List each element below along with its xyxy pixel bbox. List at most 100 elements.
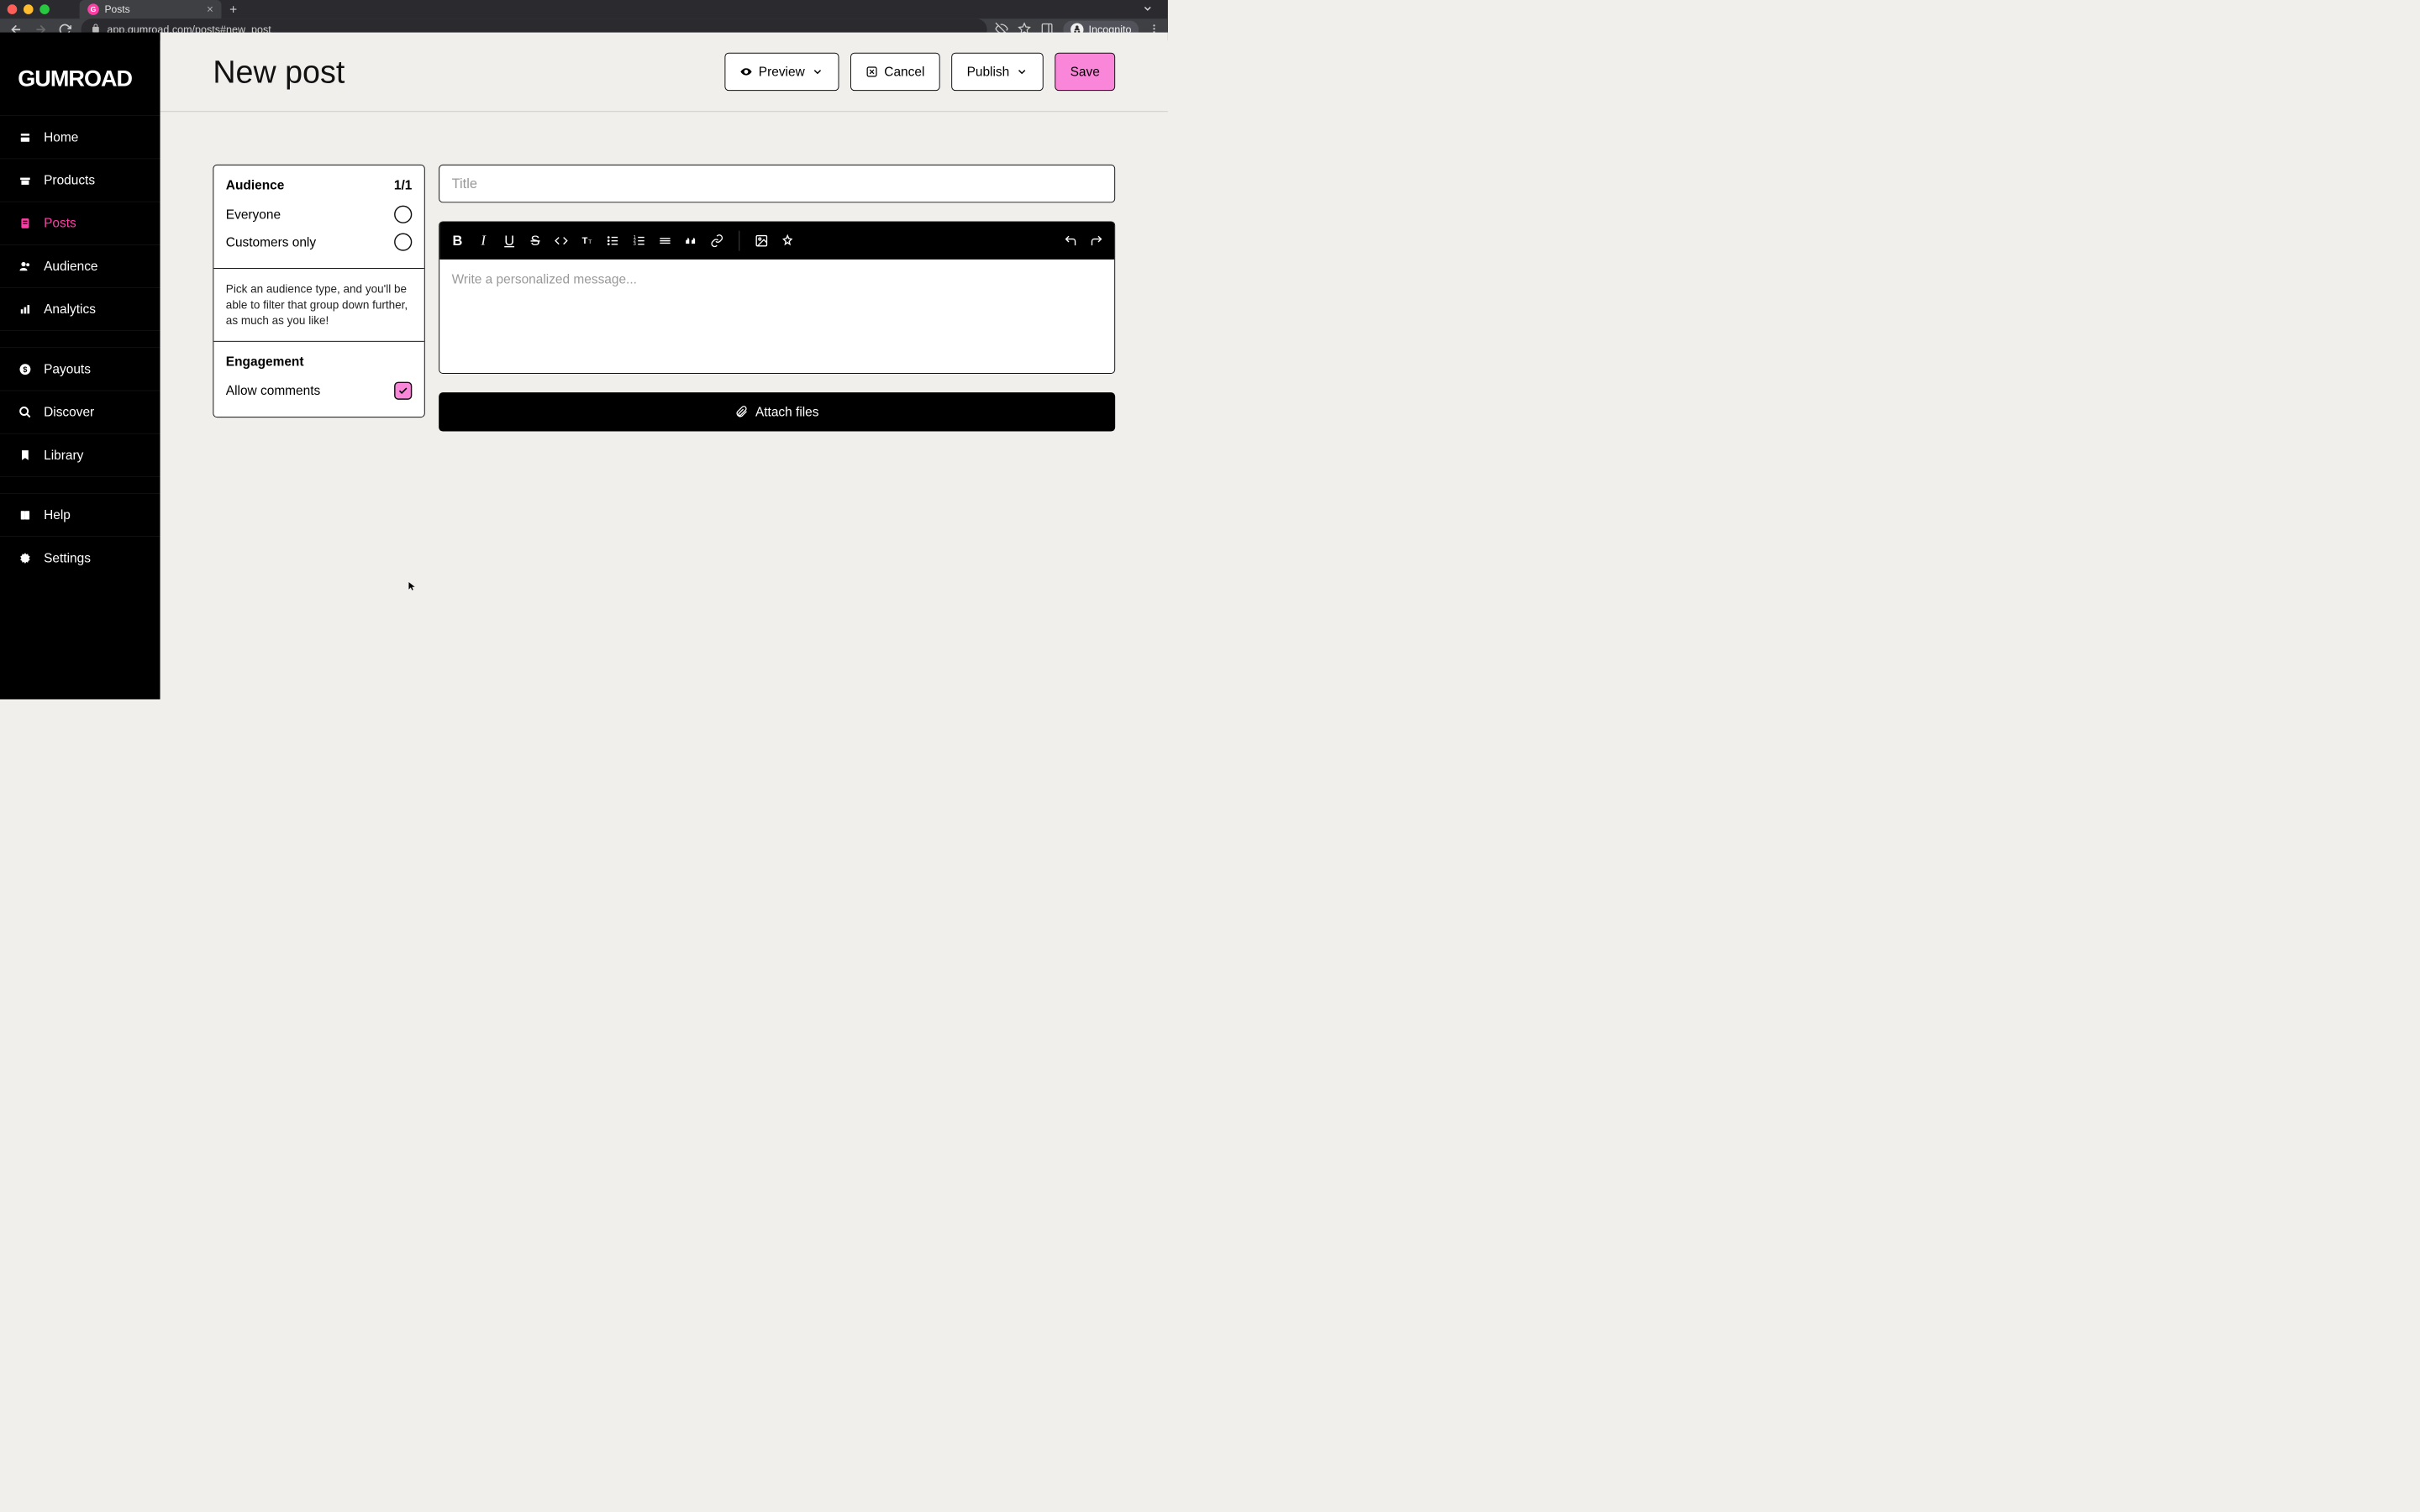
sidebar-item-label: Products (44, 173, 95, 188)
book-icon (18, 508, 32, 521)
page-header: New post Preview Cancel Publish Save (160, 33, 1168, 113)
attach-label: Attach files (755, 404, 819, 419)
nav: Home Products Posts Audience Analytics $ (0, 116, 160, 580)
gear-icon (18, 552, 32, 564)
audience-helper-text: Pick an audience type, and you'll be abl… (226, 281, 413, 328)
sidebar-item-posts[interactable]: Posts (0, 202, 160, 244)
quote-button[interactable] (683, 233, 699, 249)
dollar-icon: $ (18, 363, 32, 375)
page-title: New post (213, 53, 345, 90)
audience-panel: Audience 1/1 Everyone Customers only Pic… (213, 165, 424, 417)
svg-text:T: T (588, 239, 592, 245)
link-button[interactable] (709, 233, 725, 249)
publish-label: Publish (967, 64, 1010, 79)
sidebar-item-label: Help (44, 507, 71, 522)
title-input[interactable]: Title (439, 165, 1115, 202)
sidebar-item-label: Audience (44, 259, 97, 274)
allow-comments-label: Allow comments (226, 383, 320, 398)
close-tab-button[interactable]: × (207, 3, 213, 15)
attach-files-button[interactable]: Attach files (439, 392, 1115, 431)
cancel-label: Cancel (884, 64, 924, 79)
main-content: New post Preview Cancel Publish Save (160, 33, 1168, 700)
strike-button[interactable]: S (527, 233, 543, 249)
svg-text:3: 3 (634, 242, 636, 247)
sidebar-item-settings[interactable]: Settings (0, 536, 160, 579)
sidebar-item-audience[interactable]: Audience (0, 244, 160, 287)
editor-body[interactable]: Write a personalized message... (439, 260, 1114, 373)
image-button[interactable] (754, 233, 770, 249)
x-square-icon (865, 66, 877, 77)
maximize-window-button[interactable] (39, 4, 50, 14)
sidebar: GUMROAD Home Products Posts Audience Ana… (0, 33, 160, 700)
allow-comments-checkbox[interactable] (394, 381, 412, 399)
sidebar-item-payouts[interactable]: $ Payouts (0, 348, 160, 391)
sidebar-item-library[interactable]: Library (0, 433, 160, 476)
tab-title: Posts (105, 3, 130, 15)
browser-tab[interactable]: G Posts × (80, 0, 222, 18)
title-placeholder: Title (452, 176, 477, 192)
audience-title: Audience (226, 177, 285, 192)
tag-icon (18, 174, 32, 186)
eye-icon (740, 66, 752, 77)
bookmark-icon (18, 449, 32, 461)
embed-button[interactable] (780, 233, 796, 249)
preview-button[interactable]: Preview (724, 53, 839, 91)
save-button[interactable]: Save (1055, 53, 1115, 91)
body-placeholder: Write a personalized message... (452, 271, 637, 286)
editor-toolbar: B I U S TT 123 (439, 222, 1114, 259)
audience-count: 1/1 (394, 177, 412, 192)
redo-button[interactable] (1088, 233, 1104, 249)
close-window-button[interactable] (8, 4, 18, 14)
sidebar-item-label: Home (44, 129, 78, 144)
sidebar-item-discover[interactable]: Discover (0, 391, 160, 433)
chart-icon (18, 302, 32, 315)
tabs-menu-button[interactable] (1142, 3, 1154, 16)
italic-button[interactable]: I (476, 233, 492, 249)
editor: B I U S TT 123 (439, 221, 1115, 373)
save-label: Save (1071, 64, 1100, 79)
sidebar-item-label: Library (44, 448, 83, 463)
svg-text:T: T (582, 236, 588, 246)
paperclip-icon (735, 406, 748, 418)
titlebar: G Posts × + (0, 0, 1168, 18)
svg-text:$: $ (23, 365, 27, 374)
code-button[interactable] (553, 233, 569, 249)
engagement-title: Engagement (226, 354, 304, 369)
undo-button[interactable] (1062, 233, 1078, 249)
publish-button[interactable]: Publish (951, 53, 1044, 91)
home-icon (18, 131, 32, 144)
sidebar-item-home[interactable]: Home (0, 116, 160, 159)
everyone-radio[interactable] (394, 206, 412, 223)
preview-label: Preview (759, 64, 805, 79)
bullet-list-button[interactable] (605, 233, 621, 249)
chevron-down-icon (811, 66, 823, 77)
new-tab-button[interactable]: + (229, 2, 237, 17)
numbered-list-button[interactable]: 123 (631, 233, 647, 249)
customers-only-radio[interactable] (394, 233, 412, 250)
chevron-down-icon (1016, 66, 1028, 77)
text-size-button[interactable]: TT (579, 233, 595, 249)
cancel-button[interactable]: Cancel (850, 53, 940, 91)
check-icon (397, 386, 408, 396)
favicon-icon: G (87, 3, 99, 15)
customers-only-label: Customers only (226, 234, 316, 249)
sidebar-item-label: Payouts (44, 361, 91, 376)
sidebar-item-help[interactable]: Help (0, 493, 160, 536)
sidebar-item-label: Settings (44, 550, 91, 565)
browser-chrome: G Posts × + app.gumroad.com/posts#new_po… (0, 0, 1168, 33)
window-controls (8, 4, 50, 14)
sidebar-item-analytics[interactable]: Analytics (0, 287, 160, 330)
search-icon (18, 406, 32, 418)
logo: GUMROAD (0, 45, 160, 115)
hr-button[interactable] (657, 233, 673, 249)
sidebar-item-label: Posts (44, 216, 76, 231)
users-icon (18, 260, 32, 272)
underline-button[interactable]: U (501, 233, 517, 249)
sidebar-item-label: Analytics (44, 302, 96, 317)
posts-icon (18, 217, 32, 229)
minimize-window-button[interactable] (24, 4, 34, 14)
everyone-label: Everyone (226, 207, 281, 222)
bold-button[interactable]: B (450, 233, 466, 249)
sidebar-item-label: Discover (44, 405, 94, 420)
sidebar-item-products[interactable]: Products (0, 159, 160, 202)
